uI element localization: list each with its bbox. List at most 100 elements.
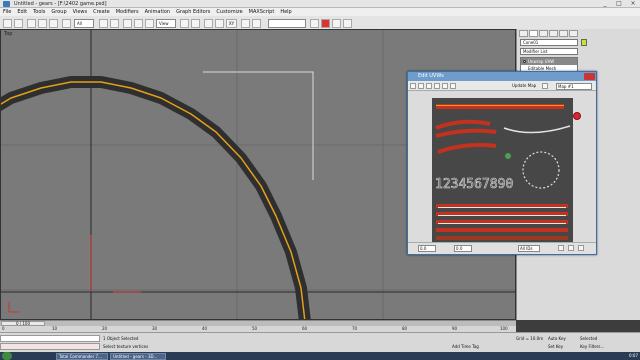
key-filters-button[interactable]: Key Filters...: [580, 344, 604, 349]
tick-label: 60: [302, 326, 308, 331]
gear-ring: [1, 76, 311, 319]
taskbar-item-total-commander[interactable]: Total Commander 7...: [56, 353, 108, 360]
reference-coord-dropdown[interactable]: View: [156, 19, 176, 28]
object-name-field[interactable]: Cone01: [520, 39, 578, 46]
auto-key-button[interactable]: Auto Key: [548, 336, 566, 341]
tab-create[interactable]: [519, 30, 528, 37]
menu-animation[interactable]: Animation: [142, 8, 174, 16]
rotate-button[interactable]: [134, 19, 143, 28]
grid-readout: Grid = 10.0m: [516, 336, 544, 341]
taskbar-item-3dsmax[interactable]: Untitled - gears - 3D...: [110, 353, 166, 360]
menu-create[interactable]: Create: [90, 8, 113, 16]
minimize-button[interactable]: _: [598, 0, 612, 8]
uvw-toolbar: Update Map Map #1: [408, 81, 596, 91]
mirror-icon[interactable]: [442, 83, 448, 89]
close-button[interactable]: ×: [626, 0, 640, 8]
update-map-button[interactable]: Update Map: [512, 83, 536, 88]
edit-uvws-titlebar[interactable]: Edit UVWs: [408, 72, 596, 81]
weld-icon[interactable]: [450, 83, 456, 89]
move-button[interactable]: [123, 19, 132, 28]
uv-green-dot: [505, 153, 511, 159]
menu-file[interactable]: File: [0, 8, 14, 16]
window-title: Untitled - gears - [F:\2402 game.psd]: [14, 1, 107, 7]
menu-tools[interactable]: Tools: [30, 8, 48, 16]
tick-label: 70: [352, 326, 358, 331]
app-icon[interactable]: [3, 1, 10, 7]
align-button[interactable]: [252, 19, 261, 28]
link-button[interactable]: [27, 19, 36, 28]
tab-hierarchy[interactable]: [539, 30, 548, 37]
uv-layout: 1234567890: [432, 98, 573, 243]
select-by-name-button[interactable]: [99, 19, 108, 28]
modifier-list-dropdown[interactable]: Modifier List: [520, 48, 578, 55]
menu-help[interactable]: Help: [277, 8, 294, 16]
uvw-bottom-bar: 0.0 0.0 All IDs: [408, 242, 596, 254]
menu-modifiers[interactable]: Modifiers: [113, 8, 142, 16]
menu-views[interactable]: Views: [70, 8, 90, 16]
angle-snap-button[interactable]: [215, 19, 224, 28]
menu-graph-editors[interactable]: Graph Editors: [173, 8, 213, 16]
tab-modify[interactable]: [529, 30, 538, 37]
tab-display[interactable]: [559, 30, 568, 37]
start-button[interactable]: [2, 352, 12, 360]
pan-icon[interactable]: [568, 245, 574, 251]
title-bar: Untitled - gears - [F:\2402 game.psd] _ …: [0, 0, 640, 8]
mirror-button[interactable]: [241, 19, 250, 28]
render-button[interactable]: [343, 19, 352, 28]
tab-motion[interactable]: [549, 30, 558, 37]
maxscript-output: [0, 343, 100, 350]
manipulate-button[interactable]: [191, 19, 200, 28]
bind-space-warp-button[interactable]: [49, 19, 58, 28]
undo-button[interactable]: [3, 19, 12, 28]
add-time-tag[interactable]: Add Time Tag: [452, 344, 479, 349]
menu-group[interactable]: Group: [48, 8, 69, 16]
maximize-button[interactable]: □: [612, 0, 626, 8]
set-key-button[interactable]: Set Key: [548, 344, 563, 349]
snap-toggle-button[interactable]: [204, 19, 213, 28]
menu-edit[interactable]: Edit: [14, 8, 30, 16]
w-value-field[interactable]: 0.0: [454, 245, 472, 252]
uv-digits: 1234567890: [435, 177, 513, 192]
schematic-button[interactable]: [321, 19, 330, 28]
close-icon[interactable]: [584, 73, 595, 80]
ids-dropdown[interactable]: All IDs: [518, 245, 540, 252]
gear-ring-edge: [1, 81, 306, 319]
zoom-icon[interactable]: [558, 245, 564, 251]
pivot-button[interactable]: [180, 19, 189, 28]
u-value-field[interactable]: 0.0: [418, 245, 436, 252]
axis-constraint-button[interactable]: XY: [226, 19, 237, 28]
named-selection-dropdown[interactable]: [268, 19, 306, 28]
menu-customize[interactable]: Customize: [213, 8, 245, 16]
maxscript-listener[interactable]: [0, 335, 100, 342]
selection-filter-dropdown[interactable]: All: [74, 19, 94, 28]
curve-editor-button[interactable]: [310, 19, 319, 28]
zoom-extents-icon[interactable]: [578, 245, 584, 251]
command-panel-tabs: [519, 30, 638, 38]
unlink-button[interactable]: [38, 19, 47, 28]
record-icon[interactable]: [573, 112, 581, 120]
select-region-button[interactable]: [110, 19, 119, 28]
redo-button[interactable]: [14, 19, 23, 28]
rotate-icon[interactable]: [418, 83, 424, 89]
freeform-icon[interactable]: [434, 83, 440, 89]
map-dropdown[interactable]: Map #1: [556, 83, 592, 90]
tick-label: 20: [102, 326, 108, 331]
status-bar: 1 Object Selected Select texture vertice…: [0, 332, 640, 352]
material-editor-button[interactable]: [332, 19, 341, 28]
uv-canvas[interactable]: 1234567890: [432, 98, 573, 243]
stack-item-unwrap-uvw[interactable]: Unwrap UVW: [521, 58, 577, 65]
select-object-button[interactable]: [62, 19, 71, 28]
tick-label: 30: [152, 326, 158, 331]
menu-maxscript[interactable]: MAXScript: [246, 8, 278, 16]
lightbulb-icon[interactable]: [523, 60, 526, 63]
show-map-icon[interactable]: [542, 83, 548, 89]
selected-dropdown[interactable]: Selected: [580, 336, 597, 341]
object-color-swatch[interactable]: [581, 39, 587, 46]
tab-utilities[interactable]: [569, 30, 578, 37]
windows-taskbar: Total Commander 7... Untitled - gears - …: [0, 352, 640, 360]
menu-bar: File Edit Tools Group Views Create Modifiers An…: [0, 8, 640, 16]
scale-button[interactable]: [145, 19, 154, 28]
move-icon[interactable]: [410, 83, 416, 89]
scale-icon[interactable]: [426, 83, 432, 89]
edit-uvws-window: Edit UVWs Update Map Map #1 1234567890 0…: [407, 71, 597, 255]
